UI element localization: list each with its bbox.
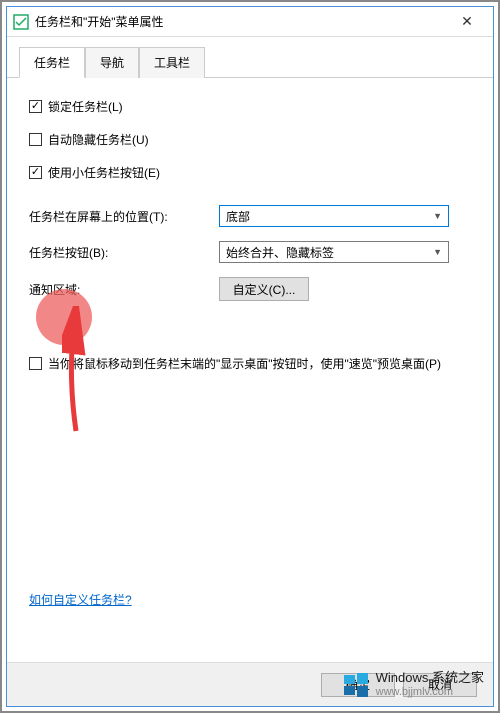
lock-taskbar-checkbox[interactable] [29,100,42,113]
tab-toolbars[interactable]: 工具栏 [139,47,205,78]
buttons-value: 始终合并、隐藏标签 [226,244,334,261]
window-title: 任务栏和"开始"菜单属性 [35,13,447,30]
autohide-row: 自动隐藏任务栏(U) [29,131,471,148]
dialog-window: 任务栏和"开始"菜单属性 ✕ 任务栏 导航 工具栏 锁定任务栏(L) 自动隐藏任… [6,6,494,707]
buttons-label: 任务栏按钮(B): [29,244,219,261]
peek-label: 当你将鼠标移动到任务栏末端的"显示桌面"按钮时，使用"速览"预览桌面(P) [48,355,441,373]
titlebar: 任务栏和"开始"菜单属性 ✕ [7,7,493,37]
position-select[interactable]: 底部 ▼ [219,205,449,227]
tab-content: 锁定任务栏(L) 自动隐藏任务栏(U) 使用小任务栏按钮(E) 任务栏在屏幕上的… [7,78,493,662]
position-row: 任务栏在屏幕上的位置(T): 底部 ▼ [29,205,471,227]
position-label: 任务栏在屏幕上的位置(T): [29,208,219,225]
buttons-select[interactable]: 始终合并、隐藏标签 ▼ [219,241,449,263]
notify-label: 通知区域: [29,281,219,298]
window-icon [13,14,29,30]
lock-taskbar-row: 锁定任务栏(L) [29,98,471,115]
chevron-down-icon: ▼ [433,247,442,257]
watermark-line1: Windows 系统之家 [376,671,484,686]
peek-checkbox[interactable] [29,357,42,370]
customize-button[interactable]: 自定义(C)... [219,277,309,301]
tab-navigation[interactable]: 导航 [85,47,139,78]
position-value: 底部 [226,208,250,225]
small-buttons-label: 使用小任务栏按钮(E) [48,164,160,181]
help-link[interactable]: 如何自定义任务栏? [29,593,132,607]
watermark: Windows 系统之家 www.bjjmlv.com [342,671,484,699]
notify-row: 通知区域: 自定义(C)... [29,277,471,301]
help-link-row: 如何自定义任务栏? [29,591,132,608]
autohide-checkbox[interactable] [29,133,42,146]
chevron-down-icon: ▼ [433,211,442,221]
autohide-label: 自动隐藏任务栏(U) [48,131,149,148]
tab-strip: 任务栏 导航 工具栏 [7,37,493,78]
buttons-row: 任务栏按钮(B): 始终合并、隐藏标签 ▼ [29,241,471,263]
peek-row: 当你将鼠标移动到任务栏末端的"显示桌面"按钮时，使用"速览"预览桌面(P) [29,355,471,373]
small-buttons-row: 使用小任务栏按钮(E) [29,164,471,181]
close-icon: ✕ [461,13,473,30]
windows-logo-icon [342,671,370,699]
lock-taskbar-label: 锁定任务栏(L) [48,98,123,115]
watermark-line2: www.bjjmlv.com [376,686,484,699]
tab-taskbar[interactable]: 任务栏 [19,47,85,78]
close-button[interactable]: ✕ [447,8,487,36]
small-buttons-checkbox[interactable] [29,166,42,179]
